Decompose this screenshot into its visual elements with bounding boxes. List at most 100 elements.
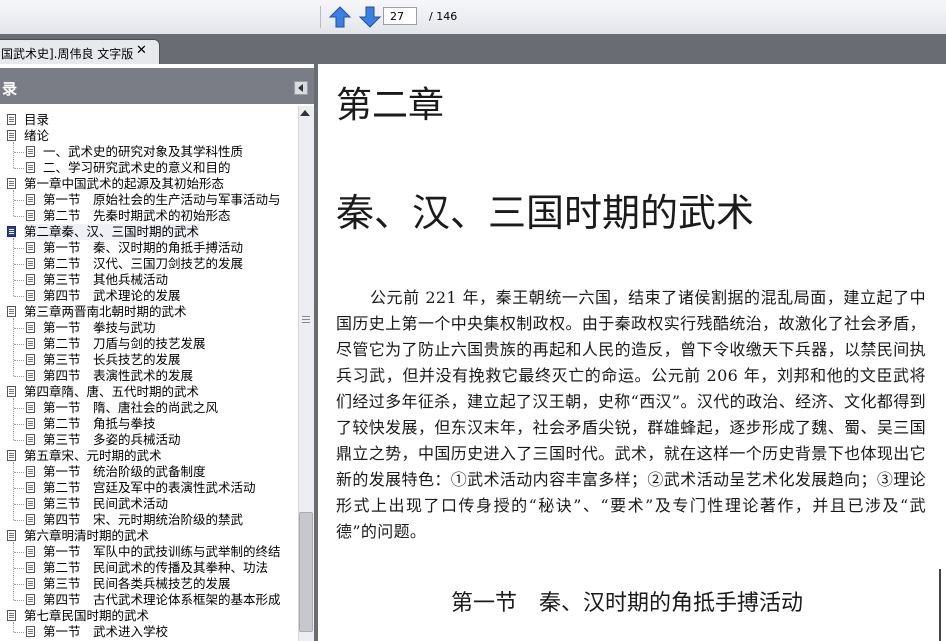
document-tab-label: 国武术史].周伟良 文字版: [1, 47, 134, 61]
toc-item-label: 第一节 武术进入学校: [43, 624, 169, 639]
previous-page-button[interactable]: [328, 5, 352, 29]
document-page-icon: [26, 146, 35, 157]
tree-connector: [14, 632, 24, 633]
tree-connector: [14, 504, 24, 505]
document-page-icon: [26, 210, 35, 221]
toc-item-label: 第二节 先秦时期武术的初始形态: [43, 208, 231, 223]
document-page-icon: [7, 114, 16, 125]
toc-item-label: 第三节 民间各类兵械技艺的发展: [43, 576, 231, 591]
tree-connector: [14, 152, 24, 153]
tree-connector: [13, 142, 14, 168]
tree-connector: [13, 318, 14, 376]
document-page-icon: [7, 530, 16, 541]
document-page-icon: [26, 258, 35, 269]
section-title: 第一节 秦、汉时期的角抵手搏活动: [451, 591, 804, 616]
toc-item-label: 第二节 汉代、三国刀剑技艺的发展: [43, 256, 244, 271]
tab-strip: 国武术史].周伟良 文字版 ✕: [0, 34, 946, 64]
document-tab[interactable]: 国武术史].周伟良 文字版 ✕: [0, 39, 160, 64]
document-page-icon: [26, 514, 35, 525]
toc-item-label: 一、武术史的研究对象及其学科性质: [43, 144, 244, 159]
toolbar-separator: [320, 6, 321, 28]
document-page-icon: [26, 578, 35, 589]
toc-item-label: 第四节 宋、元时期统治阶级的禁武: [43, 512, 244, 527]
document-page-icon: [7, 130, 16, 141]
toc-item-label: 第一节 隋、唐社会的尚武之风: [43, 400, 219, 415]
tree-connector: [13, 238, 14, 296]
table-of-contents: 目录 绪论 一、武术史的研究对象及其学科性质 二、学习研究武术史的意义和目的 第一章中国…: [0, 110, 298, 641]
document-page-icon: [26, 466, 35, 477]
document-page-icon: [26, 162, 35, 173]
tree-connector: [14, 552, 24, 553]
toc-item-label: 第三节 其他兵械活动: [43, 272, 169, 287]
chapter-title: 秦、汉、三国时期的武术: [336, 191, 755, 235]
arrow-down-icon: [358, 6, 382, 28]
toc-item-label: 二、学习研究武术史的意义和目的: [43, 160, 231, 175]
close-icon[interactable]: ✕: [136, 43, 147, 58]
scroll-up-arrow-icon[interactable]: [300, 110, 310, 116]
document-page-icon: [26, 594, 35, 605]
sidebar-title: 录: [2, 80, 18, 98]
toc-item-label: 第三节 长兵技艺的发展: [43, 352, 181, 367]
tree-connector: [14, 424, 24, 425]
next-page-button[interactable]: [358, 5, 382, 29]
arrow-up-icon: [328, 6, 352, 28]
document-page-icon: [26, 418, 35, 429]
tree-connector: [14, 488, 24, 489]
tree-connector: [13, 542, 14, 600]
document-page-icon: [26, 626, 35, 637]
tree-connector: [14, 408, 24, 409]
document-page-icon: [26, 402, 35, 413]
tree-connector: [14, 248, 24, 249]
toc-item-label: 绪论: [24, 128, 50, 143]
page-total-label: / 146: [429, 10, 458, 23]
tree-connector: [13, 462, 14, 520]
toc-item-label: 第五章宋、元时期的武术: [24, 448, 162, 463]
tree-connector: [14, 584, 24, 585]
toc-item-label: 第二节 民间武术的传播及其拳种、功法: [43, 560, 269, 575]
toc-item-label: 第三章两晋南北朝时期的武术: [24, 304, 187, 319]
tree-connector: [14, 568, 24, 569]
toc-item-label: 第四节 古代武术理论体系框架的基本形成: [43, 592, 281, 607]
toc-item-label: 第四节 表演性武术的发展: [43, 368, 194, 383]
body-paragraph: 公元前 221 年，秦王朝统一六国，结束了诸侯割据的混乱局面，建立起了中国历史上…: [336, 288, 926, 541]
document-page-icon: [7, 226, 16, 237]
toc-item-label: 第二节 宫廷及军中的表演性武术活动: [43, 480, 256, 495]
document-page-icon: [26, 194, 35, 205]
tree-connector: [14, 344, 24, 345]
sidebar-scrollbar-thumb[interactable]: [299, 512, 313, 632]
collapse-sidebar-button[interactable]: [294, 81, 308, 95]
document-page-icon: [26, 338, 35, 349]
tree-connector: [13, 622, 14, 632]
tree-connector: [14, 472, 24, 473]
toc-item-label: 第七章民国时期的武术: [24, 608, 150, 623]
toc-item-label: 第三节 民间武术活动: [43, 496, 169, 511]
toc-item-label: 第六章明清时期的武术: [24, 528, 150, 543]
document-page-icon: [26, 546, 35, 557]
document-page-icon: [26, 498, 35, 509]
chapter-heading: 第二章: [336, 85, 445, 126]
page-number-input[interactable]: [383, 7, 417, 25]
document-page-icon: [7, 306, 16, 317]
document-view: 第二章 秦、汉、三国时期的武术 公元前 221 年，秦王朝统一六国，结束了诸侯割…: [318, 64, 946, 641]
toc-item-label: 第二节 刀盾与剑的技艺发展: [43, 336, 206, 351]
tree-connector: [14, 440, 24, 441]
document-page-icon: [7, 178, 16, 189]
toc-item-label: 目录: [24, 112, 50, 127]
document-page-icon: [26, 322, 35, 333]
document-page-icon: [26, 434, 35, 445]
document-page-icon: [26, 242, 35, 253]
scrollbar-grip-icon: [302, 316, 310, 323]
toc-item-label: 第一节 拳技与武功: [43, 320, 156, 335]
toc-item-label: 第四节 武术理论的发展: [43, 288, 181, 303]
tree-connector: [14, 168, 24, 169]
tree-connector: [14, 328, 24, 329]
document-page-icon: [26, 562, 35, 573]
tree-connector: [14, 200, 24, 201]
tree-connector: [14, 360, 24, 361]
page-edge: [939, 569, 941, 641]
document-page-icon: [26, 274, 35, 285]
tree-connector: [14, 264, 24, 265]
tree-connector: [14, 280, 24, 281]
toc-item-label: 第一节 统治阶级的武备制度: [43, 464, 206, 479]
toc-item-label: 第一节 军队中的武技训练与武举制的终结: [43, 544, 281, 559]
